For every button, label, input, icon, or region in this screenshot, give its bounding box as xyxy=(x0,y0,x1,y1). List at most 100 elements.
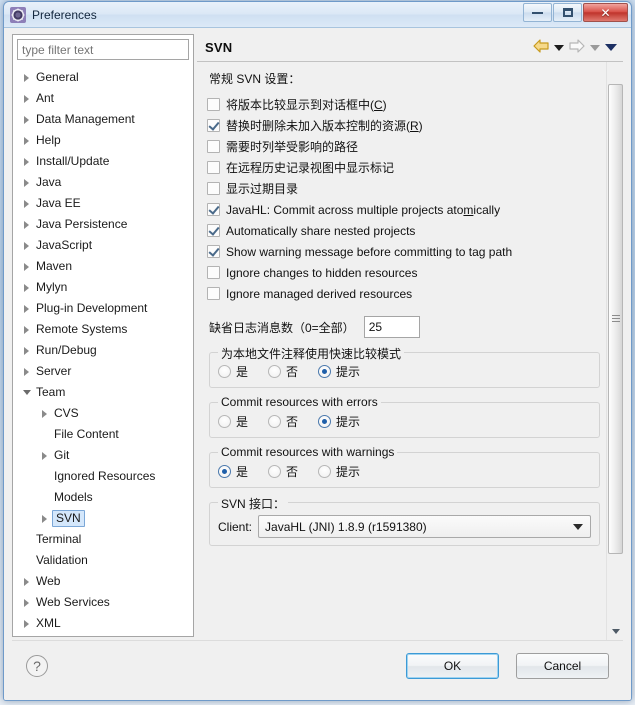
back-history-chevron-down-icon[interactable] xyxy=(554,44,564,51)
checkbox-row[interactable]: 将版本比较显示到对话框中(C) xyxy=(207,94,606,115)
scroll-down-button[interactable] xyxy=(607,623,624,640)
sidebar-item-java-ee[interactable]: Java EE xyxy=(13,193,193,214)
cancel-button[interactable]: Cancel xyxy=(516,653,609,679)
checkbox-checked-icon[interactable] xyxy=(207,119,220,132)
chevron-right-icon[interactable] xyxy=(37,409,52,418)
radio-option[interactable]: 是 xyxy=(218,363,248,380)
checkbox-row[interactable]: 显示过期目录 xyxy=(207,178,606,199)
chevron-right-icon[interactable] xyxy=(19,94,34,103)
sidebar-item-mylyn[interactable]: Mylyn xyxy=(13,277,193,298)
chevron-right-icon[interactable] xyxy=(19,220,34,229)
chevron-right-icon[interactable] xyxy=(19,136,34,145)
sidebar-item-run-debug[interactable]: Run/Debug xyxy=(13,340,193,361)
scroll-up-button[interactable] xyxy=(607,62,624,79)
radio-unselected-icon[interactable] xyxy=(218,415,231,428)
radio-unselected-icon[interactable] xyxy=(268,365,282,378)
radio-unselected-icon[interactable] xyxy=(268,465,282,478)
minimize-button[interactable] xyxy=(523,3,552,22)
radio-option[interactable]: 否 xyxy=(268,413,298,430)
sidebar-item-git[interactable]: Git xyxy=(13,445,193,466)
chevron-right-icon[interactable] xyxy=(19,115,34,124)
sidebar-item-svn[interactable]: SVN xyxy=(13,508,193,529)
sidebar-item-maven[interactable]: Maven xyxy=(13,256,193,277)
sidebar-item-models[interactable]: Models xyxy=(13,487,193,508)
radio-selected-icon[interactable] xyxy=(318,365,332,378)
radio-unselected-icon[interactable] xyxy=(268,415,282,428)
checkbox-checked-icon[interactable] xyxy=(207,224,220,237)
sidebar-item-cvs[interactable]: CVS xyxy=(13,403,193,424)
sidebar-item-file-content[interactable]: File Content xyxy=(13,424,193,445)
chevron-right-icon[interactable] xyxy=(19,346,34,355)
maximize-button[interactable] xyxy=(553,3,582,22)
radio-selected-icon[interactable] xyxy=(218,465,231,478)
checkbox-row[interactable]: 在远程历史记录视图中显示标记 xyxy=(207,157,606,178)
chevron-right-icon[interactable] xyxy=(19,304,34,313)
sidebar-item-plug-in-development[interactable]: Plug-in Development xyxy=(13,298,193,319)
checkbox-unchecked-icon[interactable] xyxy=(207,182,220,195)
checkbox-unchecked-icon[interactable] xyxy=(207,161,220,174)
checkbox-checked-icon[interactable] xyxy=(207,245,220,258)
sidebar-item-team[interactable]: Team xyxy=(13,382,193,403)
checkbox-row[interactable]: Ignore changes to hidden resources xyxy=(207,262,606,283)
checkbox-unchecked-icon[interactable] xyxy=(207,140,220,153)
chevron-right-icon[interactable] xyxy=(37,451,52,460)
checkbox-row[interactable]: 替换时删除未加入版本控制的资源(R) xyxy=(207,115,606,136)
chevron-right-icon[interactable] xyxy=(19,325,34,334)
radio-option[interactable]: 提示 xyxy=(318,463,360,480)
checkbox-row[interactable]: Ignore managed derived resources xyxy=(207,283,606,304)
radio-option[interactable]: 是 xyxy=(218,463,248,480)
sidebar-item-javascript[interactable]: JavaScript xyxy=(13,235,193,256)
chevron-right-icon[interactable] xyxy=(19,598,34,607)
settings-vertical-scrollbar[interactable] xyxy=(606,62,623,640)
log-messages-input[interactable] xyxy=(363,316,420,338)
chevron-right-icon[interactable] xyxy=(19,73,34,82)
sidebar-item-java[interactable]: Java xyxy=(13,172,193,193)
ok-button[interactable]: OK xyxy=(406,653,499,679)
radio-option[interactable]: 否 xyxy=(268,463,298,480)
sidebar-item-xml[interactable]: XML xyxy=(13,613,193,634)
radio-selected-icon[interactable] xyxy=(318,415,332,428)
checkbox-row[interactable]: Automatically share nested projects xyxy=(207,220,606,241)
radio-option[interactable]: 提示 xyxy=(318,413,360,430)
pane-menu-chevron-down-icon[interactable] xyxy=(605,44,617,51)
radio-unselected-icon[interactable] xyxy=(218,365,231,378)
chevron-right-icon[interactable] xyxy=(19,283,34,292)
sidebar-item-general[interactable]: General xyxy=(13,67,193,88)
checkbox-unchecked-icon[interactable] xyxy=(207,266,220,279)
sidebar-item-remote-systems[interactable]: Remote Systems xyxy=(13,319,193,340)
radio-unselected-icon[interactable] xyxy=(318,465,332,478)
chevron-right-icon[interactable] xyxy=(19,199,34,208)
sidebar-item-java-persistence[interactable]: Java Persistence xyxy=(13,214,193,235)
scrollbar-thumb[interactable] xyxy=(608,84,623,554)
checkbox-unchecked-icon[interactable] xyxy=(207,287,220,300)
chevron-right-icon[interactable] xyxy=(19,577,34,586)
sidebar-item-data-management[interactable]: Data Management xyxy=(13,109,193,130)
search-input[interactable] xyxy=(17,39,189,60)
sidebar-item-help[interactable]: Help xyxy=(13,130,193,151)
chevron-right-icon[interactable] xyxy=(19,262,34,271)
sidebar-item-server[interactable]: Server xyxy=(13,361,193,382)
checkbox-unchecked-icon[interactable] xyxy=(207,98,220,111)
sidebar-item-web-services[interactable]: Web Services xyxy=(13,592,193,613)
sidebar-item-ignored-resources[interactable]: Ignored Resources xyxy=(13,466,193,487)
chevron-right-icon[interactable] xyxy=(19,157,34,166)
back-arrow-icon[interactable] xyxy=(533,39,549,56)
checkbox-row[interactable]: JavaHL: Commit across multiple projects … xyxy=(207,199,606,220)
close-button[interactable]: ✕ xyxy=(583,3,628,22)
radio-option[interactable]: 提示 xyxy=(318,363,360,380)
chevron-right-icon[interactable] xyxy=(19,619,34,628)
sidebar-item-validation[interactable]: Validation xyxy=(13,550,193,571)
client-select[interactable]: JavaHL (JNI) 1.8.9 (r1591380) xyxy=(258,515,591,538)
checkbox-row[interactable]: 需要时列举受影响的路径 xyxy=(207,136,606,157)
sidebar-item-terminal[interactable]: Terminal xyxy=(13,529,193,550)
chevron-right-icon[interactable] xyxy=(19,367,34,376)
sidebar-item-web[interactable]: Web xyxy=(13,571,193,592)
checkbox-checked-icon[interactable] xyxy=(207,203,220,216)
preferences-tree[interactable]: General Ant Data Management Help Install/Upd… xyxy=(13,67,193,636)
chevron-right-icon[interactable] xyxy=(19,178,34,187)
chevron-right-icon[interactable] xyxy=(19,241,34,250)
help-button[interactable]: ? xyxy=(26,655,48,677)
radio-option[interactable]: 是 xyxy=(218,413,248,430)
sidebar-item-install-update[interactable]: Install/Update xyxy=(13,151,193,172)
checkbox-row[interactable]: Show warning message before committing t… xyxy=(207,241,606,262)
